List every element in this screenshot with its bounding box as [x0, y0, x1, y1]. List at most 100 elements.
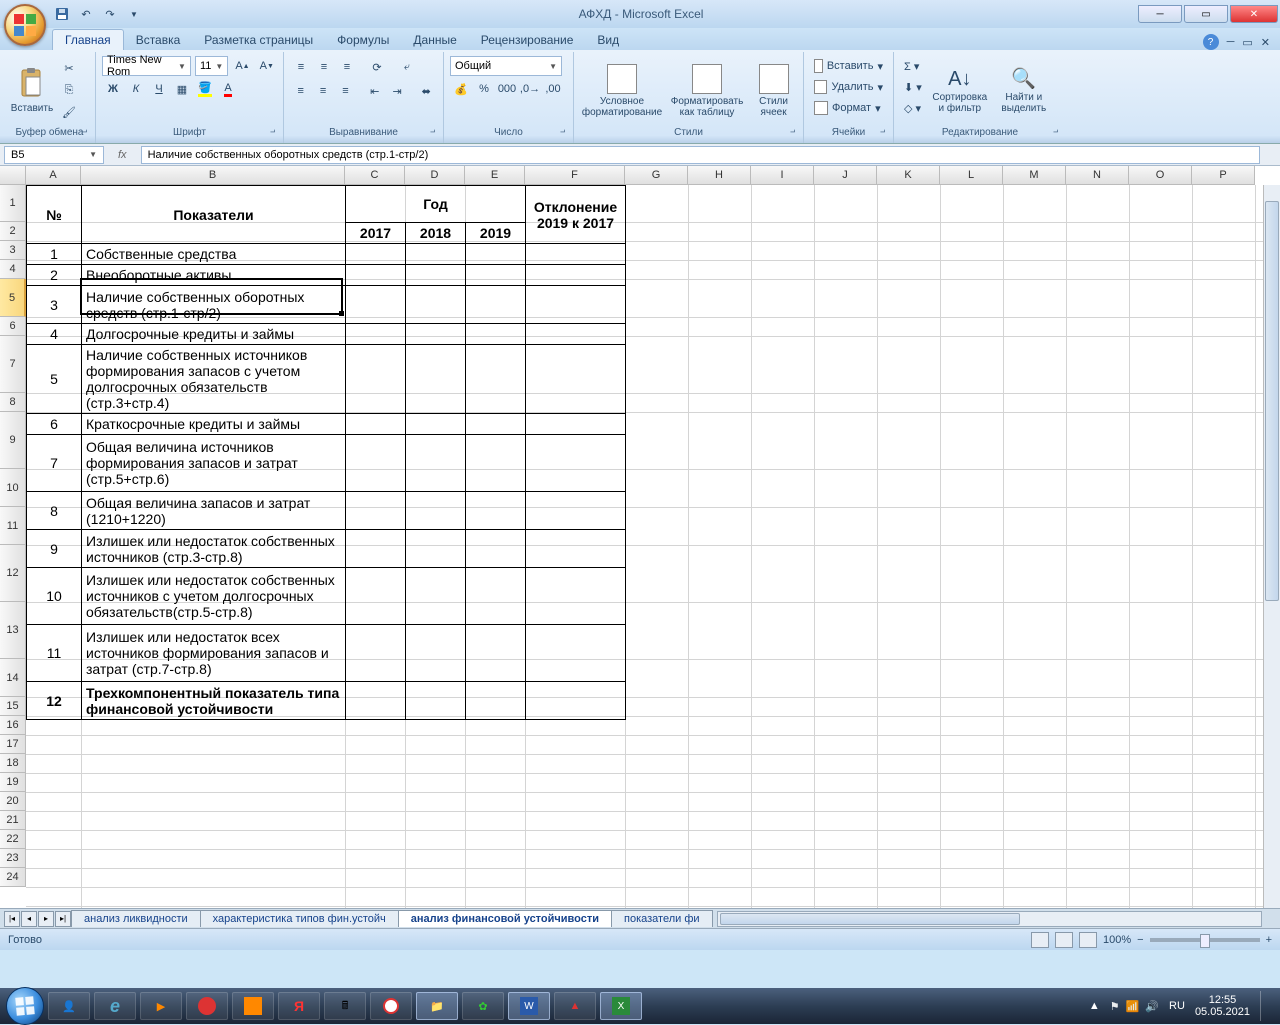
sheet-nav-next[interactable]: ▸ [38, 911, 54, 927]
row-header-5[interactable]: 5 [0, 279, 26, 317]
insert-cells-button[interactable]: Вставить ▾ [810, 56, 887, 76]
sheet-tab[interactable]: характеристика типов фин.устойч [200, 910, 399, 927]
taskbar-word-icon[interactable]: W [508, 992, 550, 1020]
clear-button[interactable]: ◇ ▾ [900, 98, 926, 118]
sort-filter-button[interactable]: A↓Сортировка и фильтр [930, 54, 990, 127]
row-header-19[interactable]: 19 [0, 773, 26, 792]
vertical-scrollbar[interactable] [1263, 185, 1280, 908]
tray-flag-icon[interactable]: ⚑ [1110, 1000, 1120, 1013]
format-as-table-button[interactable]: Форматировать как таблицу [668, 54, 746, 127]
taskbar-browser-icon[interactable] [370, 992, 412, 1020]
formula-bar[interactable]: Наличие собственных оборотных средств (с… [141, 146, 1260, 164]
col-header-K[interactable]: K [877, 166, 940, 185]
tab-Формулы[interactable]: Формулы [325, 30, 401, 50]
taskbar-icq-icon[interactable]: ✿ [462, 992, 504, 1020]
col-header-A[interactable]: A [26, 166, 81, 185]
tab-Рецензирование[interactable]: Рецензирование [469, 30, 586, 50]
sheet-nav-first[interactable]: |◂ [4, 911, 20, 927]
autosum-button[interactable]: Σ ▾ [900, 56, 926, 76]
spreadsheet-grid[interactable]: №ПоказателиГодОтклонение 2019 к 20172017… [26, 185, 1280, 908]
format-painter-icon[interactable]: 🖌 [58, 102, 80, 122]
maximize-button[interactable]: ▭ [1184, 5, 1228, 23]
col-header-C[interactable]: C [345, 166, 405, 185]
qat-dropdown-icon[interactable]: ▼ [124, 5, 144, 23]
find-select-button[interactable]: 🔍Найти и выделить [994, 54, 1054, 127]
font-name-combo[interactable]: Times New Rom▼ [102, 56, 191, 76]
close-button[interactable]: ✕ [1230, 5, 1278, 23]
decrease-indent-icon[interactable]: ⇤ [364, 81, 385, 101]
row-header-12[interactable]: 12 [0, 545, 26, 602]
increase-indent-icon[interactable]: ⇥ [386, 81, 407, 101]
cut-icon[interactable]: ✂ [58, 58, 80, 78]
qat-save-icon[interactable] [52, 5, 72, 23]
row-header-17[interactable]: 17 [0, 735, 26, 754]
tray-volume-icon[interactable]: 🔊 [1145, 1000, 1159, 1013]
tab-Вид[interactable]: Вид [585, 30, 631, 50]
shrink-font-icon[interactable]: A▼ [257, 56, 277, 76]
taskbar-ie-icon[interactable]: e [94, 992, 136, 1020]
row-header-9[interactable]: 9 [0, 412, 26, 469]
select-all-corner[interactable] [0, 166, 26, 185]
decrease-decimal-icon[interactable]: ,00 [542, 79, 564, 99]
taskbar-pdf-icon[interactable]: ▲ [554, 992, 596, 1020]
row-header-20[interactable]: 20 [0, 792, 26, 811]
taskbar-app-1[interactable]: 👤 [48, 992, 90, 1020]
sheet-tab[interactable]: анализ ликвидности [71, 910, 201, 927]
row-header-16[interactable]: 16 [0, 716, 26, 735]
row-header-7[interactable]: 7 [0, 336, 26, 393]
bold-button[interactable]: Ж [102, 79, 124, 99]
row-header-8[interactable]: 8 [0, 393, 26, 412]
paste-button[interactable]: Вставить [10, 54, 54, 127]
tray-lang[interactable]: RU [1169, 1000, 1185, 1012]
start-button[interactable] [6, 987, 44, 1025]
tab-Разметка страницы[interactable]: Разметка страницы [192, 30, 325, 50]
format-cells-button[interactable]: Формат ▾ [810, 98, 887, 118]
fill-button[interactable]: ⬇ ▾ [900, 77, 926, 97]
row-header-24[interactable]: 24 [0, 868, 26, 887]
cell-styles-button[interactable]: Стили ячеек [750, 54, 797, 127]
row-header-1[interactable]: 1 [0, 185, 26, 222]
underline-button[interactable]: Ч [148, 79, 170, 99]
align-top-icon[interactable]: ≡ [290, 57, 312, 77]
row-header-13[interactable]: 13 [0, 602, 26, 659]
taskbar-explorer-icon[interactable]: 📁 [416, 992, 458, 1020]
percent-icon[interactable]: % [473, 79, 495, 99]
wrap-text-icon[interactable]: ⤶ [396, 57, 418, 77]
office-button[interactable] [4, 4, 46, 46]
tab-Вставка[interactable]: Вставка [124, 30, 193, 50]
tray-network-icon[interactable]: 📶 [1126, 1000, 1140, 1013]
row-header-22[interactable]: 22 [0, 830, 26, 849]
qat-redo-icon[interactable]: ↷ [100, 5, 120, 23]
col-header-M[interactable]: M [1003, 166, 1066, 185]
row-header-14[interactable]: 14 [0, 659, 26, 697]
col-header-I[interactable]: I [751, 166, 814, 185]
col-header-P[interactable]: P [1192, 166, 1255, 185]
view-normal-icon[interactable] [1031, 932, 1049, 948]
align-left-icon[interactable]: ≡ [290, 81, 311, 101]
fx-icon[interactable]: fx [118, 149, 127, 161]
taskbar-ok-icon[interactable] [232, 992, 274, 1020]
copy-icon[interactable]: ⎘ [58, 80, 80, 100]
currency-icon[interactable]: 💰 [450, 79, 472, 99]
delete-cells-button[interactable]: Удалить ▾ [810, 77, 887, 97]
col-header-N[interactable]: N [1066, 166, 1129, 185]
row-header-15[interactable]: 15 [0, 697, 26, 716]
number-format-combo[interactable]: Общий▼ [450, 56, 562, 76]
align-bottom-icon[interactable]: ≡ [336, 57, 358, 77]
zoom-slider[interactable] [1150, 938, 1260, 942]
qat-undo-icon[interactable]: ↶ [76, 5, 96, 23]
comma-icon[interactable]: 000 [496, 79, 518, 99]
col-header-L[interactable]: L [940, 166, 1003, 185]
row-header-3[interactable]: 3 [0, 241, 26, 260]
doc-minimize-icon[interactable]: ─ [1227, 36, 1235, 48]
col-header-E[interactable]: E [465, 166, 525, 185]
align-middle-icon[interactable]: ≡ [313, 57, 335, 77]
tray-up-icon[interactable]: ▲ [1089, 1000, 1100, 1012]
col-header-J[interactable]: J [814, 166, 877, 185]
zoom-out-icon[interactable]: − [1137, 934, 1143, 946]
col-header-G[interactable]: G [625, 166, 688, 185]
sheet-tab[interactable]: показатели фи [611, 910, 713, 927]
taskbar-excel-icon[interactable]: X [600, 992, 642, 1020]
view-layout-icon[interactable] [1055, 932, 1073, 948]
show-desktop-button[interactable] [1260, 991, 1270, 1021]
